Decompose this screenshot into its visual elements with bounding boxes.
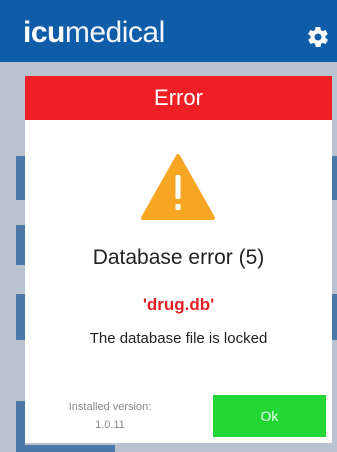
installed-version-label: Installed version: — [68, 401, 152, 413]
installed-version-value: 1.0.11 — [95, 419, 125, 431]
dialog-title: Error — [25, 76, 332, 120]
background-tile — [16, 294, 25, 340]
error-dialog: Error Database error (5) 'drug.db' The d… — [25, 76, 332, 443]
brand-logo-bold: icu — [23, 16, 65, 49]
brand-logo: icumedical — [23, 18, 165, 48]
background-tile — [16, 401, 25, 452]
error-message: The database file is locked — [89, 330, 268, 347]
background-tile — [25, 445, 115, 452]
top-bar: icumedical — [0, 0, 337, 62]
error-filename: 'drug.db' — [142, 295, 215, 314]
gear-icon[interactable] — [306, 25, 330, 49]
background-tile — [332, 156, 337, 200]
warning-icon — [141, 154, 215, 220]
ok-button[interactable]: Ok — [213, 395, 326, 437]
background-tile — [16, 225, 25, 265]
app-window: icumedical Error Database error (5) 'dru… — [0, 0, 337, 452]
background-tile — [332, 294, 337, 340]
error-heading: Database error (5) — [92, 246, 265, 269]
brand-logo-light: medical — [64, 16, 165, 49]
background-tile — [16, 156, 25, 200]
